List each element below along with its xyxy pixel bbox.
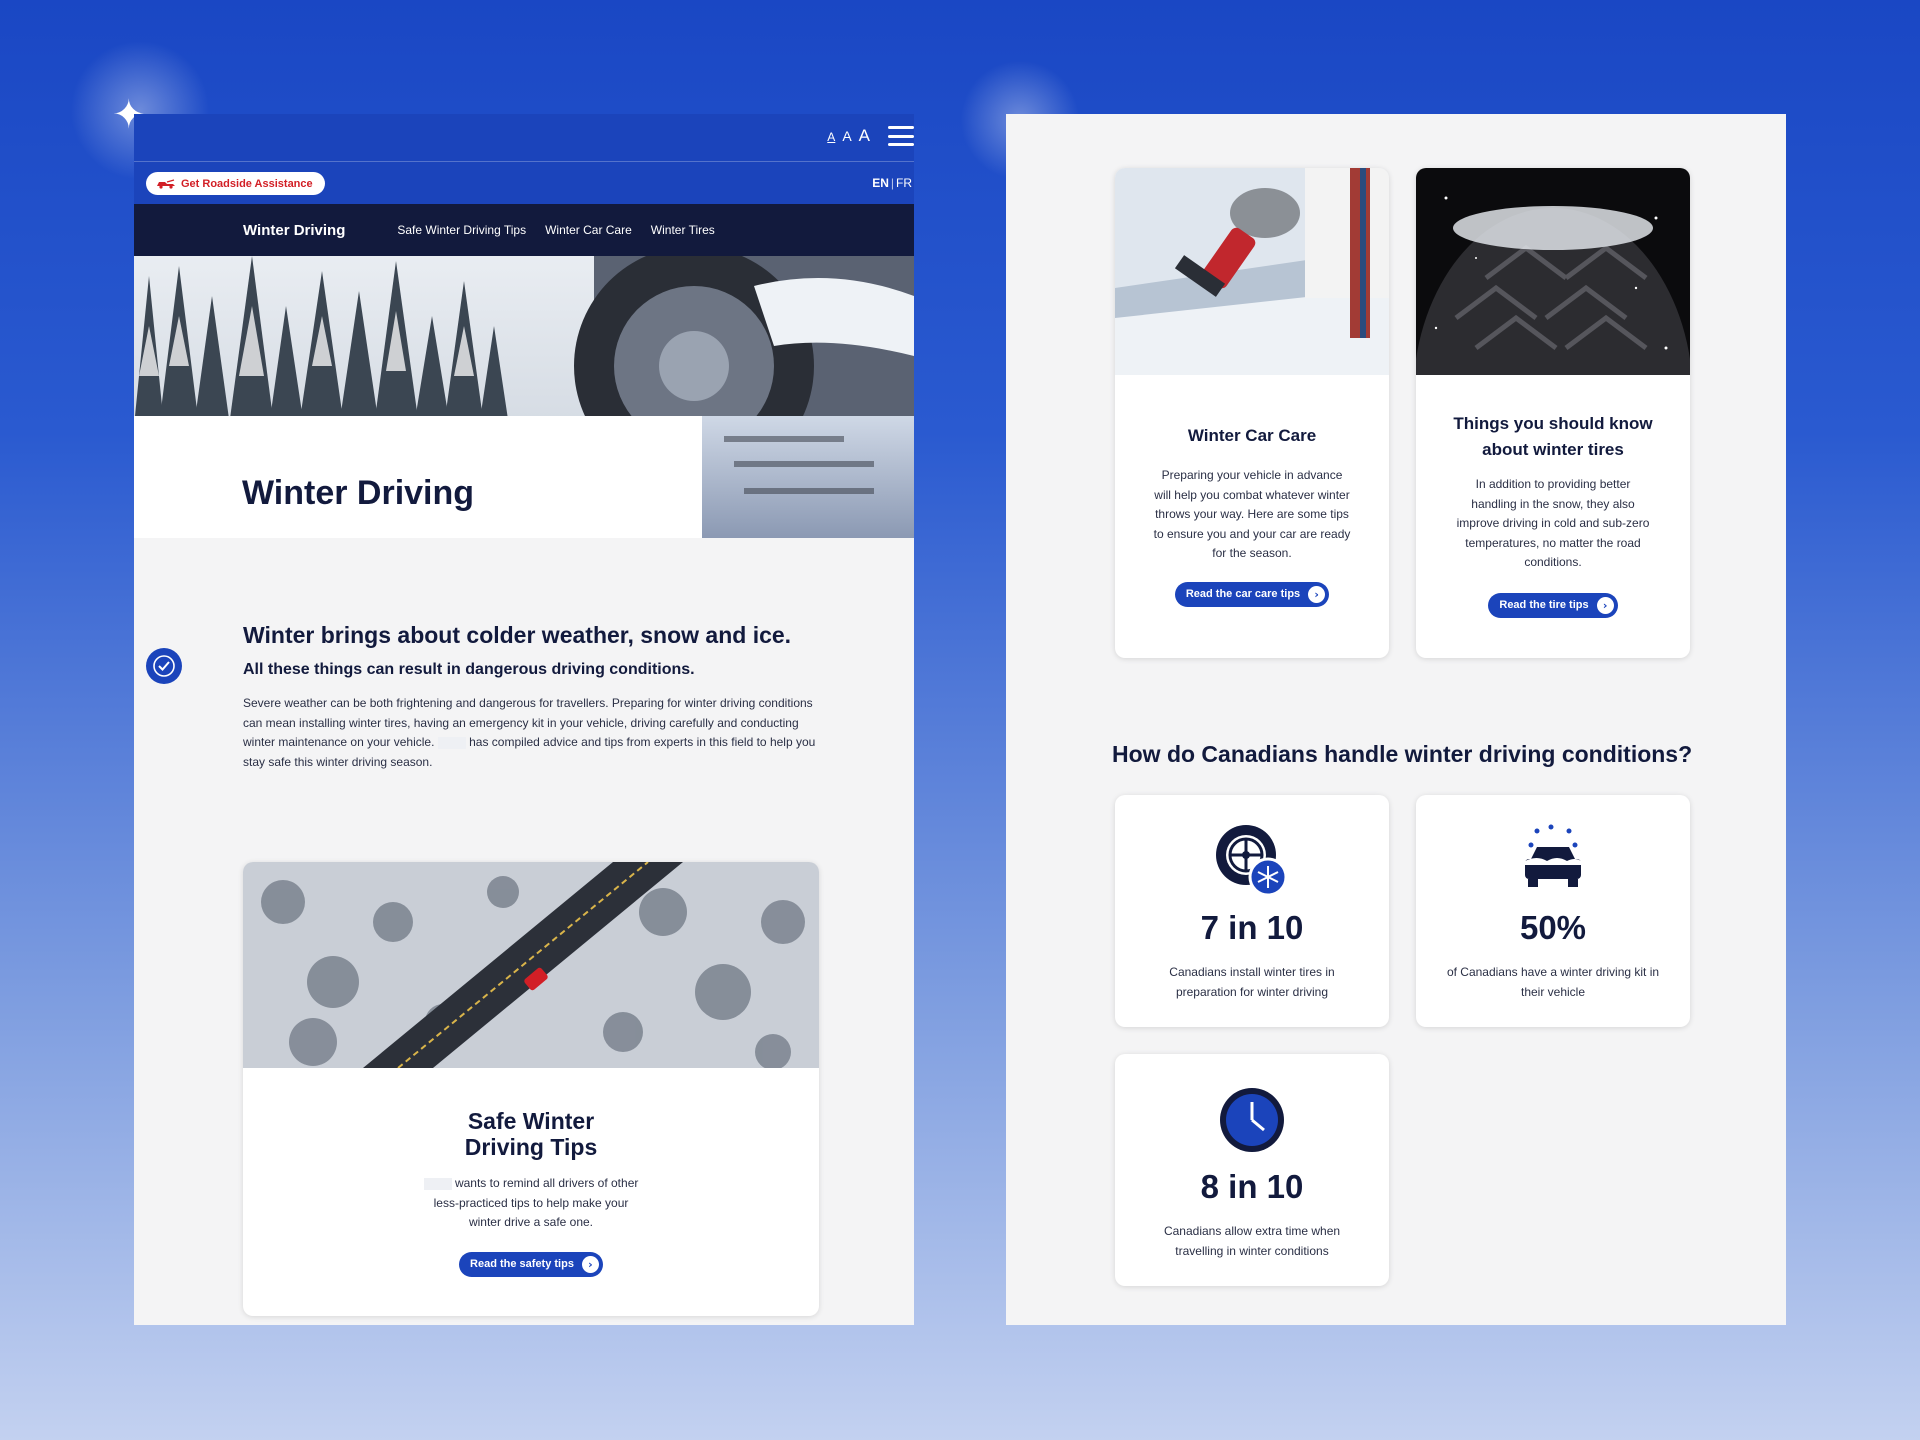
ice-scraper-windshield-image <box>1115 168 1389 375</box>
aerial-snowy-road-image <box>243 862 819 1068</box>
language-switcher[interactable]: EN | FR <box>872 176 912 190</box>
stat-card: 7 in 10 Canadians install winter tires i… <box>1115 795 1389 1027</box>
stat-card: 8 in 10 Canadians allow extra time when … <box>1115 1054 1389 1286</box>
page-preview-right: Winter Car Care Preparing your vehicle i… <box>1006 114 1786 1325</box>
wheelchair-check-icon <box>153 655 175 677</box>
winter-tires-card: Things you should know about winter tire… <box>1416 168 1690 658</box>
read-tire-tips-button[interactable]: Read the tire tips › <box>1488 592 1618 618</box>
read-car-care-tips-button[interactable]: Read the car care tips › <box>1174 581 1330 607</box>
snowy-tire-tread-image <box>1416 168 1690 375</box>
nav-link-car-care[interactable]: Winter Car Care <box>545 223 632 237</box>
page-preview-left: A A A Get Roadside Assistance EN | FR Wint… <box>134 114 914 1325</box>
read-safety-tips-button[interactable]: Read the safety tips › <box>459 1251 603 1277</box>
roadside-assistance-button[interactable]: Get Roadside Assistance <box>146 172 325 195</box>
safe-card-title: Safe Winter Driving Tips <box>243 1108 819 1160</box>
text-size-controls[interactable]: A A A <box>827 126 870 146</box>
tire-snowflake-icon <box>1115 821 1389 901</box>
car-care-cta-wrap: Read the car care tips › <box>1115 581 1389 607</box>
safe-card-title-line2: Driving Tips <box>464 1134 598 1160</box>
stat-value: 7 in 10 <box>1200 909 1304 946</box>
text-size-large[interactable]: A <box>859 126 870 146</box>
stat-value: 50% <box>1519 909 1587 946</box>
nav-brand[interactable]: Winter Driving <box>243 222 345 239</box>
nav-link-winter-tires[interactable]: Winter Tires <box>651 223 715 237</box>
clock-icon <box>1115 1080 1389 1160</box>
hamburger-menu-icon[interactable] <box>888 126 914 146</box>
car-care-card: Winter Car Care Preparing your vehicle i… <box>1115 168 1389 658</box>
stat-value: 8 in 10 <box>1200 1168 1304 1205</box>
winter-tires-body: In addition to providing better handling… <box>1456 477 1650 569</box>
nav-link-safe-driving[interactable]: Safe Winter Driving Tips <box>397 223 526 237</box>
read-tire-tips-label: Read the tire tips <box>1499 599 1589 611</box>
section-nav: Winter Driving Safe Winter Driving Tips … <box>134 204 914 256</box>
roadside-assistance-label: Get Roadside Assistance <box>181 177 313 190</box>
winter-tires-title: Things you should know about winter tire… <box>1453 414 1653 459</box>
lang-fr[interactable]: FR <box>896 176 912 190</box>
redacted-brand <box>423 1177 452 1190</box>
safe-card-title-line1: Safe Winter <box>467 1108 595 1134</box>
intro-subheading: All these things can result in dangerous… <box>243 661 695 678</box>
tow-truck-icon <box>157 178 175 189</box>
hero: Winter Driving <box>134 256 914 538</box>
lang-en[interactable]: EN <box>872 176 889 190</box>
winter-tires-cta-wrap: Read the tire tips › <box>1416 592 1690 618</box>
page-title: Winter Driving <box>242 474 475 512</box>
text-size-small[interactable]: A <box>827 130 835 144</box>
accessibility-icon[interactable] <box>146 648 182 684</box>
lang-separator: | <box>890 176 894 190</box>
stat-caption: of Canadians have a winter driving kit i… <box>1446 965 1660 999</box>
intro-body: Severe weather can be both frightening a… <box>243 694 823 772</box>
chevron-right-icon: › <box>581 1255 599 1273</box>
car-care-body: Preparing your vehicle in advance will h… <box>1153 468 1351 560</box>
snowy-car-icon <box>1416 821 1690 901</box>
intro-section: Winter brings about colder weather, snow… <box>243 622 823 772</box>
stats-section-title: How do Canadians handle winter driving c… <box>1112 741 1693 767</box>
car-care-title: Winter Car Care <box>1187 426 1317 445</box>
chevron-right-icon: › <box>1308 585 1326 603</box>
read-car-care-tips-label: Read the car care tips <box>1185 588 1301 600</box>
stat-caption: Canadians allow extra time when travelli… <box>1163 1224 1341 1258</box>
safe-card-body: wants to remind all drivers of other les… <box>433 1176 639 1229</box>
read-safety-tips-label: Read the safety tips <box>470 1258 574 1270</box>
safe-card-body-wrap: wants to remind all drivers of other les… <box>421 1174 641 1233</box>
stat-caption: Canadians install winter tires in prepar… <box>1169 965 1335 999</box>
assist-bar: Get Roadside Assistance EN | FR <box>134 162 914 204</box>
safe-driving-card: Safe Winter Driving Tips wants to remind … <box>243 862 819 1316</box>
safe-card-cta-wrap: Read the safety tips › <box>243 1251 819 1277</box>
utility-bar: A A A <box>134 114 914 162</box>
redacted-brand <box>437 736 466 749</box>
intro-heading: Winter brings about colder weather, snow… <box>243 622 792 648</box>
stat-card: 50% of Canadians have a winter driving k… <box>1416 795 1690 1027</box>
text-size-medium[interactable]: A <box>842 128 851 144</box>
chevron-right-icon: › <box>1596 596 1614 614</box>
